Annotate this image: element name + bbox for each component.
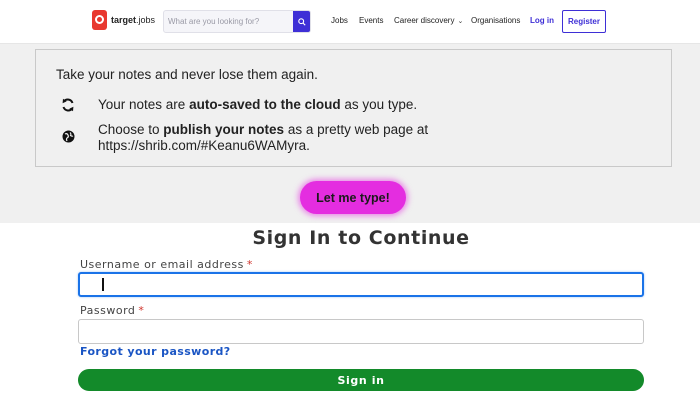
required-asterisk: *	[138, 304, 145, 317]
chevron-down-icon: ⌄	[457, 18, 464, 25]
site-logo[interactable]: target.jobs	[92, 10, 155, 30]
register-button[interactable]: Register	[562, 10, 606, 33]
sync-icon	[58, 97, 78, 113]
publish-text: Choose to publish your notes as a pretty…	[98, 122, 429, 153]
signin-button[interactable]: Sign in	[78, 369, 644, 391]
login-link[interactable]: Log in	[530, 16, 554, 25]
search-input[interactable]	[164, 11, 294, 32]
username-label: Username or email address *	[80, 258, 253, 271]
logo-text: target.jobs	[111, 15, 156, 25]
publish-url: https://shrib.com/#Keanu6WAMyra.	[98, 138, 310, 153]
nav-link-jobs[interactable]: Jobs	[331, 16, 348, 25]
signin-title: Sign In to Continue	[252, 227, 470, 249]
publish-feature-row: Choose to publish your notes as a pretty…	[58, 122, 428, 154]
autosave-text: Your notes are auto-saved to the cloud a…	[98, 97, 418, 112]
forgot-password-link[interactable]: Forgot your password?	[80, 345, 231, 358]
required-asterisk: *	[246, 258, 253, 271]
nav-link-organisations[interactable]: Organisations	[471, 16, 520, 25]
password-label: Password *	[80, 304, 145, 317]
search-icon	[297, 17, 306, 26]
let-me-type-button[interactable]: Let me type!	[300, 181, 406, 214]
notes-info-box: Take your notes and never lose them agai…	[35, 49, 672, 167]
top-navigation-bar: target.jobs Jobs Events Career discovery…	[0, 0, 700, 44]
search-button[interactable]	[293, 11, 310, 32]
logo-icon	[92, 10, 107, 30]
text-cursor	[102, 278, 104, 291]
nav-link-career-label: Career discovery	[394, 16, 455, 25]
username-input[interactable]	[78, 272, 644, 297]
search-box	[163, 10, 311, 33]
globe-icon	[58, 128, 78, 144]
notes-promo-section: Take your notes and never lose them agai…	[0, 44, 700, 223]
autosave-feature-row: Your notes are auto-saved to the cloud a…	[58, 97, 417, 113]
password-input[interactable]	[78, 319, 644, 344]
notes-heading: Take your notes and never lose them agai…	[56, 67, 318, 82]
nav-link-career-discovery[interactable]: Career discovery ⌄	[394, 16, 463, 25]
nav-link-events[interactable]: Events	[359, 16, 383, 25]
